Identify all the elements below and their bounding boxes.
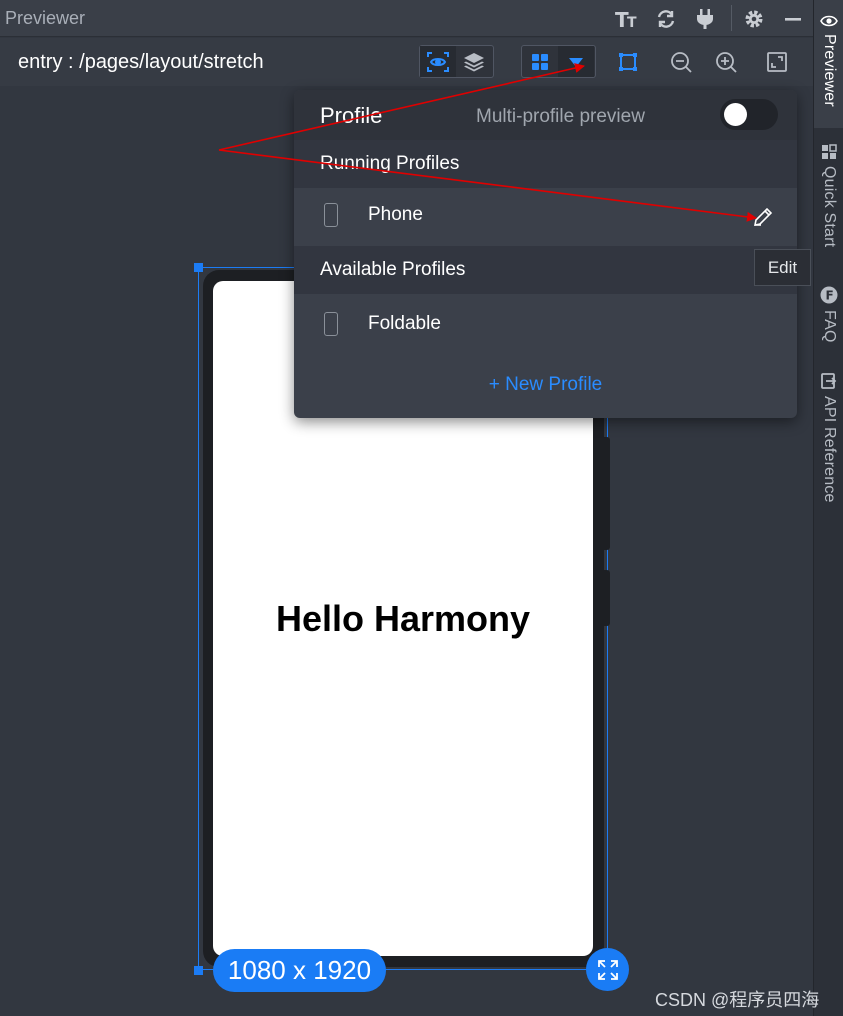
new-profile-link[interactable]: + New Profile [294,374,797,396]
profile-name: Foldable [368,313,441,334]
phone-icon [324,312,338,336]
zoom-out-icon[interactable] [667,48,695,76]
profile-dropdown-button[interactable] [558,46,594,77]
faq-icon: F [820,286,838,304]
sidebar-tab-quick-start[interactable]: Quick Start [814,138,843,263]
preview-toolbar: entry : /pages/layout/stretch [0,38,813,86]
section-title: Available Profiles [320,259,466,280]
svg-text:T: T [627,15,637,30]
profile-popup-header: Profile Multi-profile preview [294,90,797,140]
preview-mode-button[interactable] [420,46,456,77]
gear-icon[interactable] [740,5,768,33]
expand-icon [597,959,618,980]
resize-handle[interactable] [194,966,203,975]
font-size-icon[interactable]: TT [613,5,641,33]
profile-manager-button[interactable] [522,46,558,77]
edit-tooltip: Edit [754,249,811,286]
toggle-knob [724,103,747,126]
resolution-badge: 1080 x 1920 [213,949,386,992]
sidebar-tab-label: Quick Start [821,166,838,248]
sidebar-tab-faq[interactable]: F FAQ [814,280,843,355]
profile-popup: Profile Multi-profile preview Running Pr… [294,90,797,418]
phone-icon [324,203,338,227]
device-side-button [604,437,610,550]
running-profiles-header: Running Profiles [294,140,797,188]
inspector-icon[interactable] [614,48,642,76]
sidebar-tab-previewer[interactable]: Previewer [814,0,843,128]
refresh-icon[interactable] [652,5,680,33]
watermark: CSDN @程序员四海 [655,990,820,1010]
resize-handle[interactable] [194,263,203,272]
plug-icon[interactable] [691,5,719,33]
profile-name: Phone [368,204,423,225]
sidebar-tab-label: FAQ [821,310,838,343]
profile-title: Profile [320,103,383,128]
view-mode-switch [419,45,494,78]
section-title: Running Profiles [320,153,460,174]
page-path: entry : /pages/layout/stretch [18,51,264,73]
previewer-title-bar: Previewer TT [0,0,813,37]
right-tool-sidebar: Previewer Quick Start F FAQ API Referenc… [813,0,843,1016]
toolbar-divider [731,5,732,31]
grid-icon [822,144,837,159]
hello-text: Hello Harmony [275,597,531,639]
profile-row-phone[interactable]: Phone [294,188,797,242]
edit-icon[interactable] [752,206,774,228]
sidebar-tab-label: Previewer [821,34,838,107]
fullscreen-button[interactable] [586,948,629,991]
profile-switch [521,45,596,78]
available-profiles-header: Available Profiles [294,246,797,294]
eye-icon [820,15,838,27]
device-side-button [604,570,610,626]
window-title: Previewer [5,8,86,28]
fit-screen-icon[interactable] [763,48,791,76]
multi-profile-label: Multi-profile preview [476,106,645,127]
sidebar-tab-label: API Reference [821,396,838,503]
profile-row-foldable[interactable]: Foldable [294,297,797,351]
book-icon [821,373,837,389]
sidebar-tab-api-reference[interactable]: API Reference [814,366,843,516]
zoom-in-icon[interactable] [712,48,740,76]
chevron-down-icon [569,57,583,67]
layers-button[interactable] [456,46,492,77]
svg-text:F: F [826,289,834,303]
minimize-icon[interactable] [779,5,807,33]
multi-profile-toggle[interactable] [720,99,778,130]
